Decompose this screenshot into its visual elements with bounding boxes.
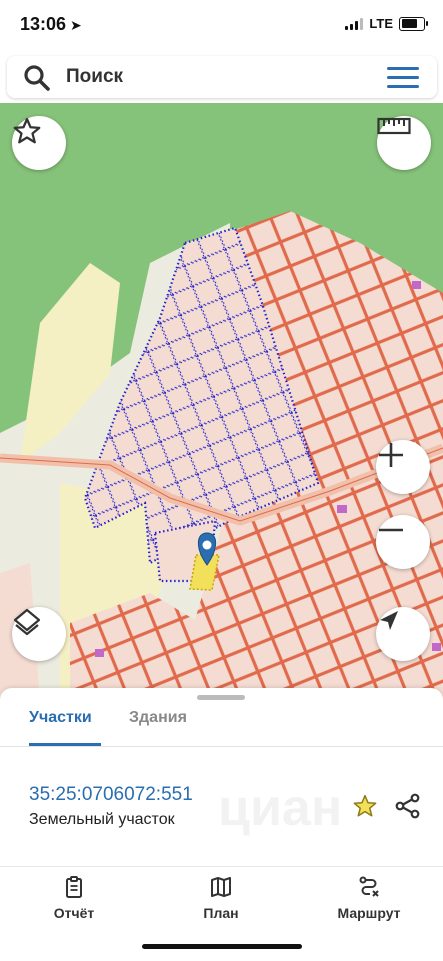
parcel-cadastral-number[interactable]: 35:25:0706072:551 [29, 784, 193, 806]
nav-plan-label: План [203, 905, 239, 921]
search-input[interactable]: Поиск [66, 66, 123, 88]
signal-icon [345, 17, 364, 30]
layers-icon [13, 608, 41, 636]
tab-buildings[interactable]: Здания [129, 709, 187, 727]
nav-route[interactable]: Маршрут [314, 867, 424, 921]
status-indicators: LTE [345, 16, 428, 31]
star-icon [13, 118, 41, 144]
home-indicator [142, 944, 302, 949]
report-icon [66, 876, 82, 898]
nav-report-label: Отчёт [53, 905, 95, 921]
layers-button[interactable] [12, 607, 66, 661]
star-icon[interactable] [352, 793, 378, 819]
building-marker [337, 505, 347, 513]
clock: 13:06 [20, 14, 67, 34]
menu-icon[interactable] [387, 67, 419, 94]
building-marker [432, 643, 441, 651]
divider [0, 746, 443, 747]
zoom-out-button[interactable] [376, 515, 430, 569]
status-bar: 13:06 ➤ LTE [0, 0, 443, 52]
share-icon[interactable] [394, 792, 422, 820]
building-marker [95, 649, 104, 657]
nav-plan[interactable]: План [166, 867, 276, 921]
map-book-icon [211, 877, 231, 897]
status-time: 13:06 ➤ [20, 14, 82, 35]
ruler-icon [377, 117, 411, 135]
search-icon [24, 65, 50, 91]
zoom-in-button[interactable] [376, 440, 430, 494]
network-type: LTE [369, 16, 393, 31]
battery-icon [399, 16, 428, 31]
zoom-in-icon [379, 443, 403, 467]
route-icon [359, 876, 379, 897]
locate-button[interactable] [376, 607, 430, 661]
measure-button[interactable] [377, 116, 431, 170]
parcel-type: Земельный участок [29, 811, 175, 828]
tab-parcels[interactable]: Участки [29, 709, 92, 727]
watermark-logo: циан [218, 779, 343, 837]
nav-report[interactable]: Отчёт [19, 867, 129, 921]
zoom-out-icon [379, 528, 403, 532]
locate-icon [380, 611, 398, 630]
nav-route-label: Маршрут [337, 905, 401, 921]
favorite-map-button[interactable] [12, 116, 66, 170]
location-arrow-icon: ➤ [70, 17, 82, 33]
building-marker [412, 281, 421, 289]
search-bar[interactable]: Поиск [7, 56, 437, 98]
map-view[interactable] [0, 103, 443, 703]
sheet-handle[interactable] [197, 695, 245, 700]
